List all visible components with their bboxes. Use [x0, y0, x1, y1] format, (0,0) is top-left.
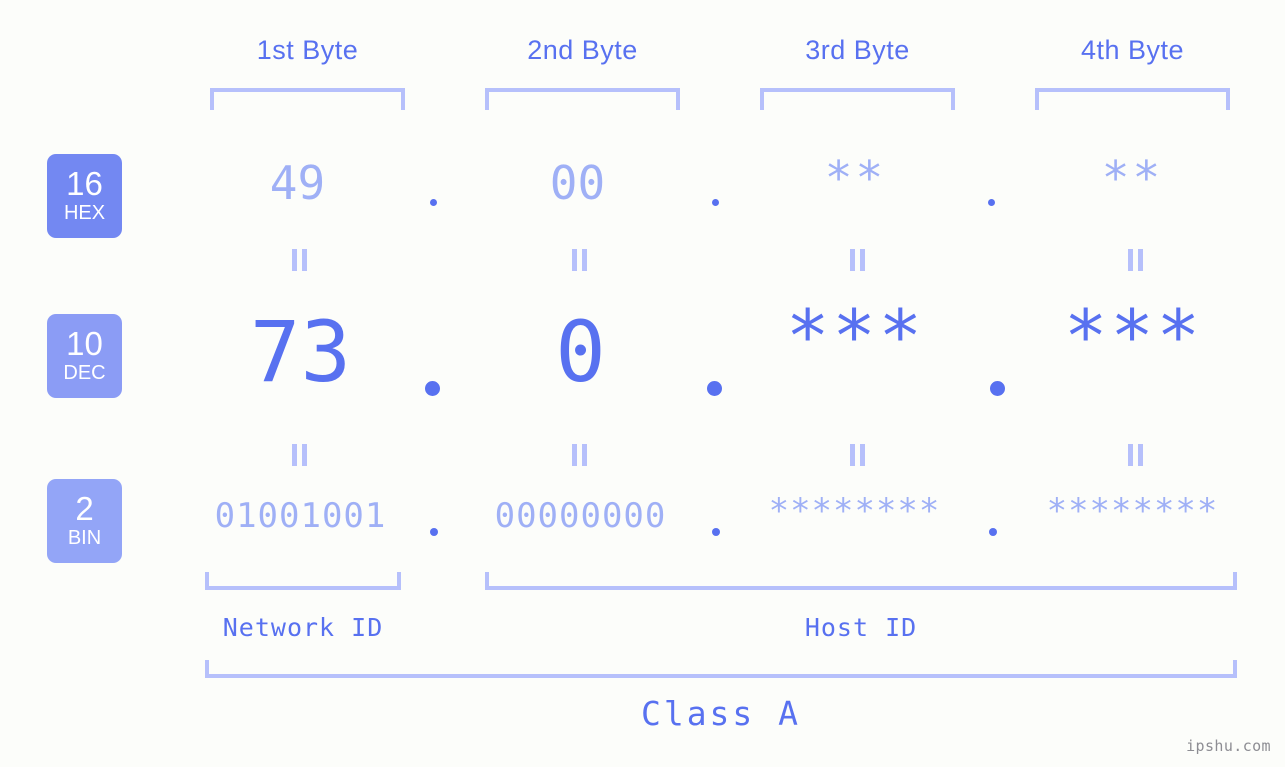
ip-address-breakdown-diagram: 1st Byte 2nd Byte 3rd Byte 4th Byte 16 H…	[0, 0, 1285, 767]
hex-separator-dot-1	[430, 199, 437, 206]
base-tag-dec: 10 DEC	[47, 314, 122, 398]
byte-bracket-1	[210, 88, 405, 110]
base-tag-hex: 16 HEX	[47, 154, 122, 238]
equals-icon-hex-dec-1	[291, 249, 309, 271]
bin-separator-dot-2	[712, 528, 720, 536]
byte-bracket-3	[760, 88, 955, 110]
dec-byte-2: 0	[555, 303, 606, 401]
byte-bracket-2	[485, 88, 680, 110]
bin-separator-dot-1	[430, 528, 438, 536]
class-bracket	[205, 660, 1237, 678]
hex-byte-4: **	[1101, 151, 1164, 205]
bin-byte-4: ********	[1046, 491, 1219, 531]
byte-header-2: 2nd Byte	[527, 35, 638, 65]
equals-icon-dec-bin-3	[849, 444, 867, 466]
base-tag-dec-abbr: DEC	[63, 362, 106, 384]
base-tag-dec-number: 10	[66, 325, 103, 362]
byte-bracket-4	[1035, 88, 1230, 110]
network-id-bracket	[205, 572, 401, 590]
base-tag-bin-abbr: BIN	[67, 527, 102, 549]
hex-byte-3: **	[824, 151, 887, 205]
bin-byte-3: ********	[768, 491, 941, 531]
network-id-label: Network ID	[222, 613, 384, 642]
dec-byte-4: ***	[1063, 294, 1204, 378]
byte-header-3: 3rd Byte	[805, 35, 910, 65]
class-label: Class A	[640, 694, 802, 733]
bin-byte-1: 01001001	[214, 496, 387, 536]
bin-byte-2: 00000000	[494, 496, 667, 536]
dec-separator-dot-1	[425, 381, 440, 396]
equals-icon-dec-bin-1	[291, 444, 309, 466]
base-tag-bin: 2 BIN	[47, 479, 122, 563]
equals-icon-hex-dec-2	[571, 249, 589, 271]
byte-header-1: 1st Byte	[256, 35, 359, 65]
base-tag-hex-number: 16	[66, 165, 103, 202]
host-id-bracket	[485, 572, 1237, 590]
hex-separator-dot-3	[988, 199, 995, 206]
dec-separator-dot-3	[990, 381, 1005, 396]
equals-icon-hex-dec-4	[1127, 249, 1145, 271]
hex-byte-2: 00	[549, 156, 606, 210]
base-tag-hex-abbr: HEX	[63, 202, 106, 224]
bin-separator-dot-3	[989, 528, 997, 536]
equals-icon-dec-bin-4	[1127, 444, 1145, 466]
equals-icon-dec-bin-2	[571, 444, 589, 466]
equals-icon-hex-dec-3	[849, 249, 867, 271]
dec-byte-3: ***	[785, 294, 926, 378]
hex-byte-1: 49	[269, 156, 326, 210]
watermark: ipshu.com	[1186, 737, 1271, 755]
byte-header-4: 4th Byte	[1080, 35, 1185, 65]
dec-byte-1: 73	[249, 303, 352, 401]
host-id-label: Host ID	[804, 613, 918, 642]
hex-separator-dot-2	[712, 199, 719, 206]
dec-separator-dot-2	[707, 381, 722, 396]
base-tag-bin-number: 2	[75, 490, 94, 527]
